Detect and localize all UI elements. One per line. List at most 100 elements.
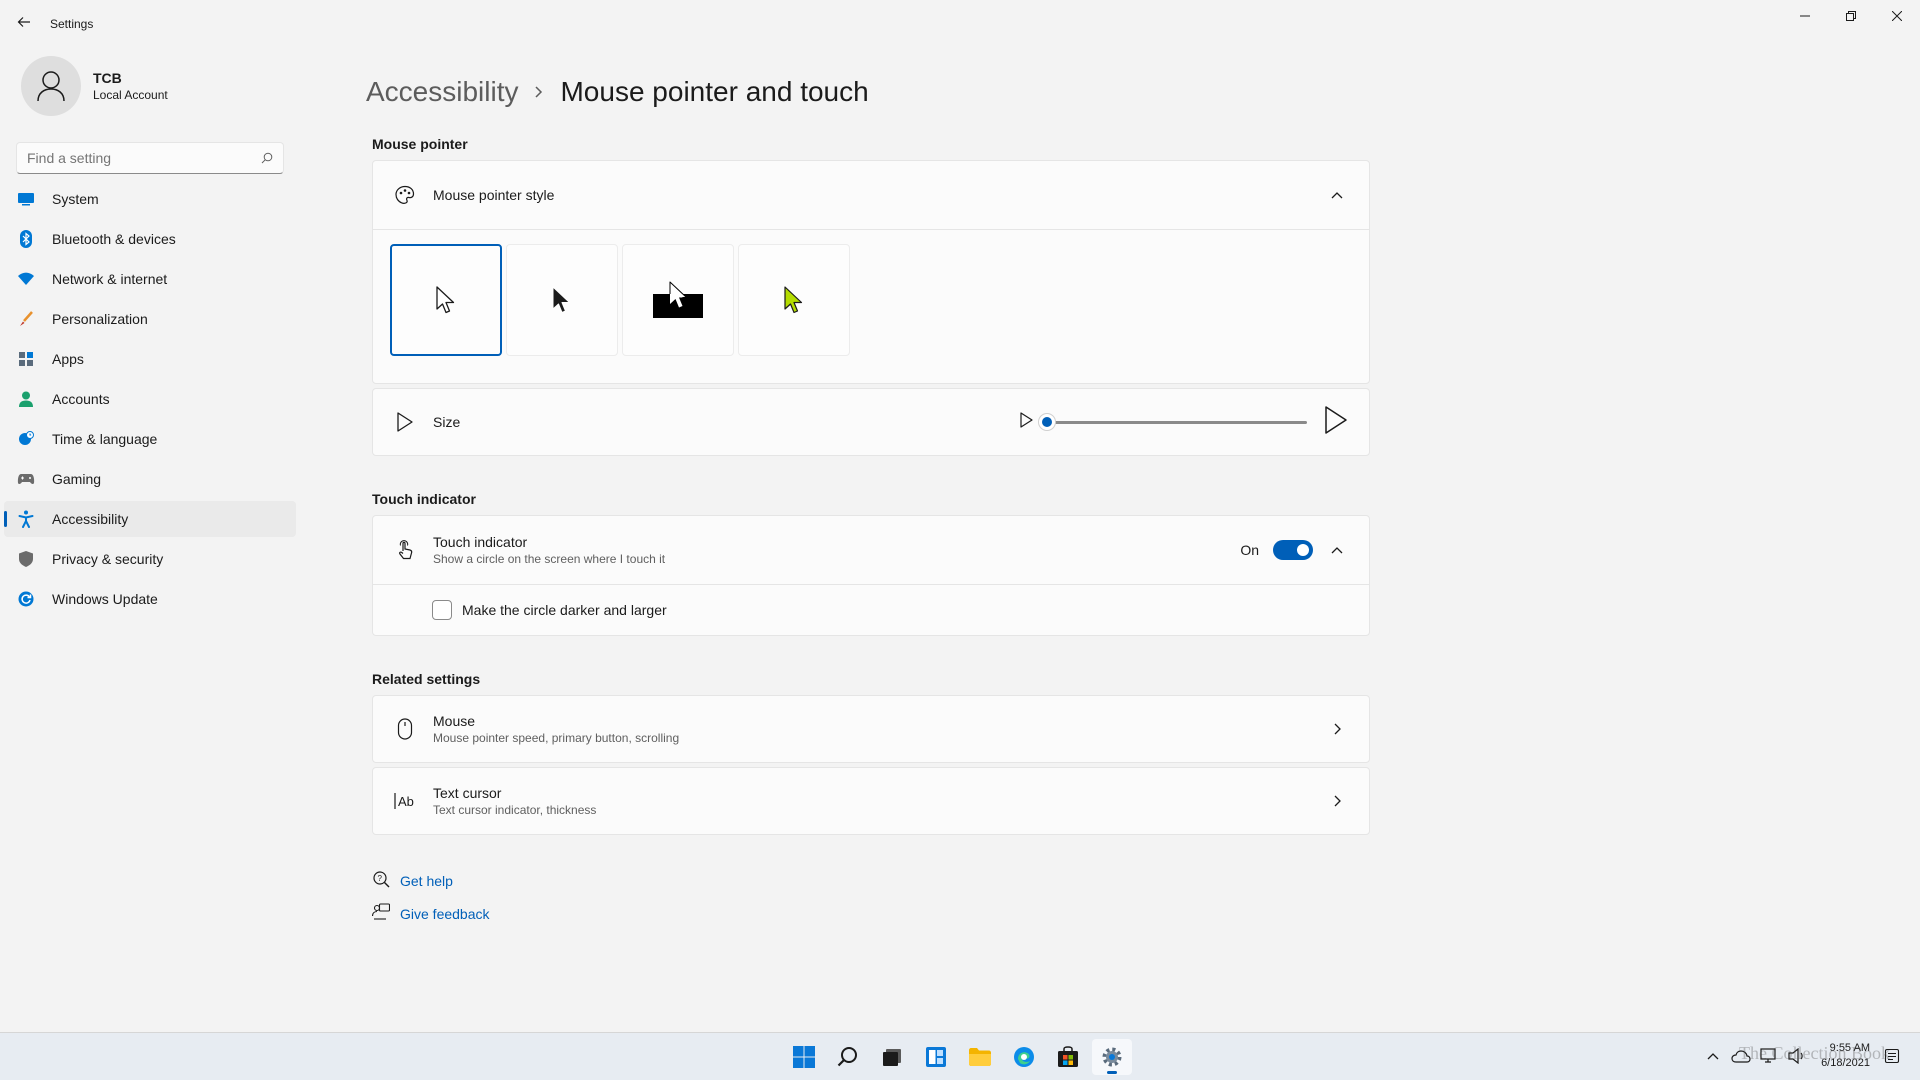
apps-icon [16,349,36,369]
restore-icon [1846,11,1856,21]
widgets-icon [926,1047,946,1067]
gear-icon [1102,1047,1122,1067]
wifi-icon [16,269,36,289]
darker-circle-checkbox[interactable] [432,600,452,620]
small-pointer-icon [1019,411,1035,434]
store-icon [1058,1046,1078,1067]
give-feedback-link[interactable]: Give feedback [400,906,490,922]
settings-app-button[interactable] [1092,1039,1132,1075]
toggle-knob [1297,544,1309,556]
chevron-right-icon [1325,717,1349,741]
restore-button[interactable] [1828,0,1874,32]
shield-icon [16,549,36,569]
search-input[interactable] [27,150,247,166]
large-pointer-icon [1323,405,1349,440]
sidebar-item-personalization[interactable]: Personalization [4,301,296,337]
chevron-up-icon[interactable] [1325,183,1349,207]
help-icon: ? [372,870,390,891]
sidebar-item-apps[interactable]: Apps [4,341,296,377]
task-view-icon [883,1049,901,1066]
start-button[interactable] [784,1039,824,1075]
black-pointer-icon [552,286,570,313]
pointer-size-label: Size [433,414,461,430]
touch-hand-icon [393,538,417,562]
store-button[interactable] [1048,1039,1088,1075]
pointer-size-card: Size [372,388,1370,456]
accessibility-icon [16,509,36,529]
toggle-state-label: On [1240,542,1259,558]
sidebar-item-network[interactable]: Network & internet [4,261,296,297]
sidebar-item-time-language[interactable]: Time & language [4,421,296,457]
svg-text:?: ? [378,874,383,883]
svg-text:Ab: Ab [398,794,414,809]
sidebar-item-privacy[interactable]: Privacy & security [4,541,296,577]
sidebar-item-label: Accounts [52,391,110,407]
sidebar-item-label: Gaming [52,471,102,487]
sidebar-item-bluetooth[interactable]: Bluetooth & devices [4,221,296,257]
breadcrumb-parent[interactable]: Accessibility [366,76,518,108]
related-text-cursor-description: Text cursor indicator, thickness [433,803,597,817]
edge-button[interactable] [1004,1039,1044,1075]
related-mouse-title: Mouse [433,713,476,729]
profile-account-type: Local Account [93,88,168,102]
globe-clock-icon [16,429,36,449]
nav-list: System Bluetooth & devices Network & int… [4,181,296,621]
sidebar-item-gaming[interactable]: Gaming [4,461,296,497]
gamepad-icon [16,469,36,489]
related-mouse-card[interactable]: Mouse Mouse pointer speed, primary butto… [372,695,1370,763]
minimize-icon [1800,15,1810,17]
profile-name: TCB [93,70,122,86]
sidebar-item-windows-update[interactable]: Windows Update [4,581,296,617]
pointer-style-custom[interactable] [738,244,850,356]
touch-indicator-header[interactable]: Touch indicator Show a circle on the scr… [373,516,1369,585]
pointer-size-slider[interactable] [1038,412,1307,432]
person-icon [16,389,36,409]
related-text-cursor-card[interactable]: Ab Text cursor Text cursor indicator, th… [372,767,1370,835]
file-explorer-button[interactable] [960,1039,1000,1075]
sidebar: TCB Local Account System Bluetooth & dev… [0,48,300,1028]
title-bar: Settings [0,0,1920,48]
taskbar-search-button[interactable] [828,1039,868,1075]
person-avatar-icon [37,71,65,102]
sidebar-item-label: Windows Update [52,591,158,607]
get-help-row: ? Get help [372,870,453,891]
bluetooth-icon [16,229,36,249]
sidebar-item-accessibility[interactable]: Accessibility [4,501,296,537]
slider-thumb[interactable] [1038,413,1056,431]
breadcrumb: Accessibility Mouse pointer and touch [366,76,869,108]
darker-circle-label[interactable]: Make the circle darker and larger [462,602,667,618]
pointer-style-black[interactable] [506,244,618,356]
show-hidden-icons-button[interactable] [1701,1044,1725,1068]
section-title-related-settings: Related settings [372,671,481,687]
user-profile[interactable]: TCB Local Account [21,56,168,116]
pointer-style-inverted[interactable] [622,244,734,356]
update-icon [16,589,36,609]
close-button[interactable] [1874,0,1920,32]
page-title: Mouse pointer and touch [560,76,869,107]
back-button[interactable] [12,10,36,34]
pointer-style-white[interactable] [390,244,502,356]
chevron-up-icon[interactable] [1325,538,1349,562]
touch-indicator-description: Show a circle on the screen where I touc… [433,552,666,566]
brush-icon [16,309,36,329]
minimize-button[interactable] [1782,0,1828,32]
close-icon [1892,11,1902,21]
search-icon [261,152,273,164]
sidebar-item-label: Privacy & security [52,551,164,567]
sidebar-item-label: Bluetooth & devices [52,231,176,247]
task-view-button[interactable] [872,1039,912,1075]
chevron-up-icon [1707,1053,1719,1060]
section-title-touch-indicator: Touch indicator [372,491,476,507]
sidebar-item-system[interactable]: System [4,181,296,217]
widgets-button[interactable] [916,1039,956,1075]
touch-indicator-toggle[interactable] [1273,540,1313,560]
inverted-pointer-icon [653,281,703,318]
related-text-cursor-title: Text cursor [433,785,502,801]
mouse-pointer-style-header[interactable]: Mouse pointer style [373,161,1369,229]
sidebar-item-label: Personalization [52,311,148,327]
get-help-link[interactable]: Get help [400,873,453,889]
sidebar-item-accounts[interactable]: Accounts [4,381,296,417]
search-box[interactable] [16,142,284,174]
white-pointer-icon [436,286,455,314]
give-feedback-row: Give feedback [371,903,490,924]
